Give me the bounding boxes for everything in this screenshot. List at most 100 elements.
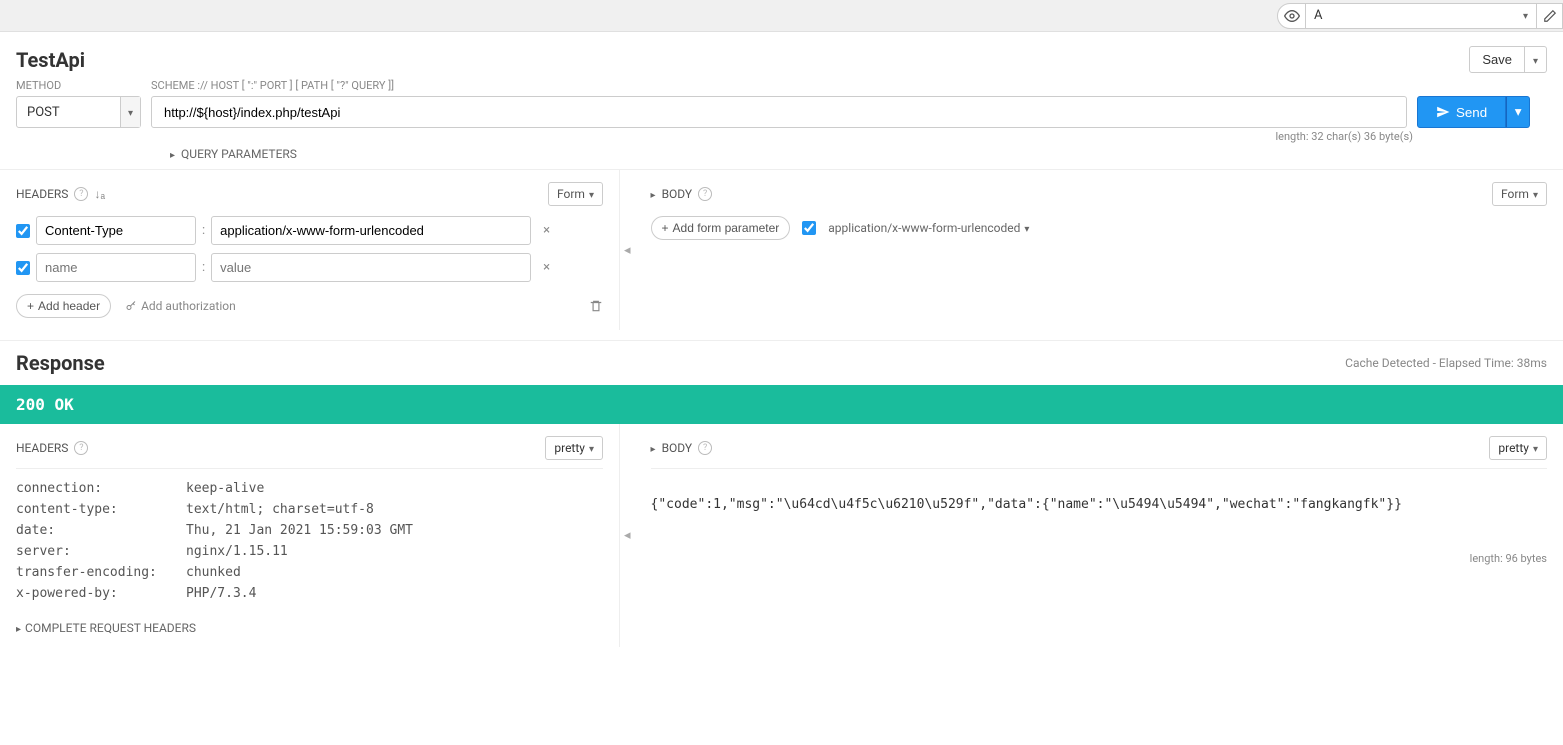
headers-format-select[interactable]: Form — [548, 182, 603, 206]
save-button-group: Save — [1469, 46, 1547, 73]
response-panels: HEADERS ? pretty connection:keep-alive c… — [0, 424, 1563, 647]
header-row: : × — [16, 253, 603, 282]
send-dropdown[interactable]: ▾ — [1506, 96, 1530, 128]
body-view-select[interactable]: pretty — [1489, 436, 1547, 460]
trash-icon — [589, 299, 603, 313]
headers-label: HEADERS — [16, 187, 68, 201]
body-options: + Add form parameter application/x-www-f… — [651, 216, 1547, 240]
response-status: 200 OK — [0, 385, 1563, 424]
url-input[interactable] — [151, 96, 1407, 128]
add-form-parameter-button[interactable]: + Add form parameter — [651, 216, 791, 240]
request-title: TestApi — [16, 48, 85, 72]
response-collapse-left[interactable]: ◂ — [620, 424, 635, 647]
content-type-select[interactable]: application/x-www-form-urlencoded — [828, 221, 1029, 236]
table-row: transfer-encoding:chunked — [16, 565, 603, 580]
headers-panel-header: HEADERS ? ↓ₐ Form — [16, 182, 603, 206]
chevron-down-icon — [589, 441, 594, 455]
url-column: SCHEME :// HOST [ ":" PORT ] [ PATH [ "?… — [151, 79, 1407, 128]
chevron-down-icon — [1533, 52, 1538, 67]
send-button[interactable]: Send — [1417, 96, 1506, 128]
response-headers-label: HEADERS — [16, 441, 68, 455]
body-format-select[interactable]: Form — [1492, 182, 1547, 206]
environment-group: A — [1277, 3, 1537, 29]
response-title: Response — [16, 351, 105, 375]
header-key: connection: — [16, 481, 186, 496]
header-key: server: — [16, 544, 186, 559]
chevron-down-icon — [1523, 8, 1528, 23]
table-row: connection:keep-alive — [16, 481, 603, 496]
cache-info: Cache Detected - Elapsed Time: 38ms — [1345, 356, 1547, 370]
chevron-down-icon — [1024, 221, 1029, 236]
response-section: Response Cache Detected - Elapsed Time: … — [0, 340, 1563, 647]
remove-header-button[interactable]: × — [537, 223, 556, 238]
save-dropdown[interactable] — [1525, 46, 1547, 73]
add-param-label: Add form parameter — [673, 221, 780, 235]
body-label: BODY — [662, 187, 693, 201]
pretty-label: pretty — [1498, 441, 1529, 455]
chevron-right-icon — [651, 441, 656, 455]
header-name-input[interactable] — [36, 253, 196, 282]
header-key: content-type: — [16, 502, 186, 517]
response-title-row: Response Cache Detected - Elapsed Time: … — [0, 340, 1563, 385]
response-headers-label-group: HEADERS ? — [16, 441, 88, 455]
header-value-input[interactable] — [211, 216, 531, 245]
headers-view-select[interactable]: pretty — [545, 436, 603, 460]
request-row: METHOD POST SCHEME :// HOST [ ":" PORT ]… — [0, 79, 1563, 132]
response-body-content[interactable]: {"code":1,"msg":"\u64cd\u4f5c\u6210\u529… — [651, 481, 1547, 512]
pretty-label: pretty — [554, 441, 585, 455]
chevron-down-icon — [589, 187, 594, 201]
url-label: SCHEME :// HOST [ ":" PORT ] [ PATH [ "?… — [151, 79, 1407, 92]
response-body-label: BODY — [662, 441, 693, 455]
edit-environment-button[interactable] — [1537, 3, 1563, 29]
body-format-label: Form — [1501, 187, 1529, 201]
environment-value: A — [1314, 8, 1322, 23]
header-enable-checkbox[interactable] — [16, 224, 30, 238]
chevron-left-icon: ◂ — [620, 528, 635, 543]
header-value: text/html; charset=utf-8 — [186, 502, 374, 517]
method-value: POST — [17, 105, 120, 120]
request-panels: HEADERS ? ↓ₐ Form : × : × + — [0, 169, 1563, 330]
complete-request-headers-toggle[interactable]: COMPLETE REQUEST HEADERS — [16, 621, 603, 635]
plus-icon: + — [27, 299, 34, 313]
chevron-right-icon — [651, 187, 656, 201]
save-button[interactable]: Save — [1469, 46, 1525, 73]
header-value: nginx/1.15.11 — [186, 544, 288, 559]
response-body-label-group: BODY ? — [651, 441, 713, 455]
header-enable-checkbox[interactable] — [16, 261, 30, 275]
header-name-input[interactable] — [36, 216, 196, 245]
header-value: PHP/7.3.4 — [186, 586, 256, 601]
method-caret — [120, 97, 140, 127]
colon: : — [202, 260, 205, 275]
help-icon[interactable]: ? — [698, 441, 712, 455]
pencil-icon — [1543, 9, 1557, 23]
header-key: x-powered-by: — [16, 586, 186, 601]
query-parameters-label: QUERY PARAMETERS — [181, 147, 297, 161]
query-parameters-toggle[interactable]: QUERY PARAMETERS — [0, 143, 1563, 169]
help-icon[interactable]: ? — [74, 187, 88, 201]
content-type-checkbox[interactable] — [802, 221, 816, 235]
key-icon — [125, 300, 137, 312]
body-panel-header: BODY ? Form — [651, 182, 1547, 206]
headers-label-group: HEADERS ? ↓ₐ — [16, 187, 105, 201]
preview-toggle[interactable] — [1278, 4, 1306, 28]
headers-panel: HEADERS ? ↓ₐ Form : × : × + — [0, 170, 620, 330]
method-label: METHOD — [16, 79, 141, 92]
method-select[interactable]: POST — [16, 96, 141, 128]
remove-header-button[interactable]: × — [537, 260, 556, 275]
clear-headers-button[interactable] — [589, 299, 603, 313]
help-icon[interactable]: ? — [74, 441, 88, 455]
panel-collapse-left[interactable]: ◂ — [620, 170, 635, 330]
add-header-button[interactable]: + Add header — [16, 294, 111, 318]
add-authorization-link[interactable]: Add authorization — [125, 299, 236, 313]
header-value-input[interactable] — [211, 253, 531, 282]
response-headers-table: connection:keep-alive content-type:text/… — [16, 481, 603, 601]
help-icon[interactable]: ? — [698, 187, 712, 201]
chevron-right-icon — [170, 147, 175, 161]
environment-select[interactable]: A — [1306, 4, 1536, 28]
headers-actions: + Add header Add authorization — [16, 294, 603, 318]
url-length-hint: length: 32 char(s) 36 byte(s) — [0, 130, 1563, 143]
content-type-value: application/x-www-form-urlencoded — [828, 221, 1020, 235]
add-auth-label: Add authorization — [141, 299, 236, 313]
sort-icon[interactable]: ↓ₐ — [94, 187, 104, 201]
table-row: content-type:text/html; charset=utf-8 — [16, 502, 603, 517]
